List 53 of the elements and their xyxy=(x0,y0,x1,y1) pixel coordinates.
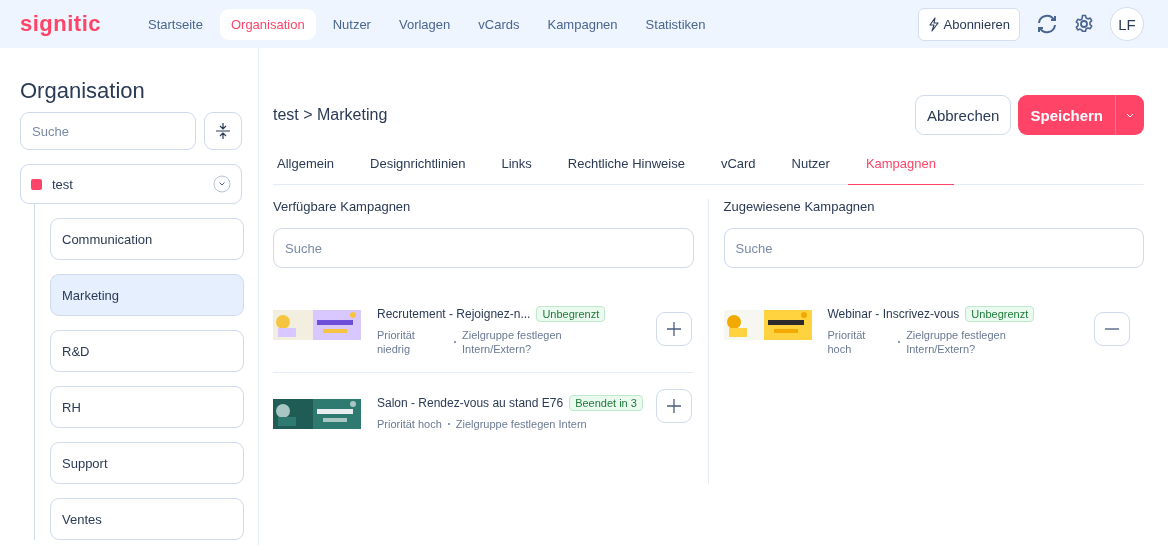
campaign-target: Zielgruppe festlegen Intern/Extern? xyxy=(906,328,1007,356)
campaign-target: Zielgruppe festlegen Intern/Extern? xyxy=(462,328,563,356)
search-field[interactable]: Suche xyxy=(273,228,694,268)
collapse-icon xyxy=(216,123,230,139)
tree-item[interactable]: R&D xyxy=(50,330,244,372)
tab[interactable]: Links xyxy=(483,150,550,185)
tab[interactable]: Designrichtlinien xyxy=(352,150,484,185)
tab[interactable]: Allgemein xyxy=(273,150,353,185)
tab[interactable]: vCard xyxy=(702,150,774,185)
nav-tab[interactable]: Kampagnen xyxy=(536,8,629,40)
breadcrumb: test > Marketing xyxy=(273,106,388,124)
campaign-name: Salon - Rendez-vous au stand E76 xyxy=(377,396,564,410)
add-button[interactable] xyxy=(655,312,692,346)
tree-item[interactable]: Support xyxy=(50,442,244,484)
campaign-priority: Priorität hoch xyxy=(827,328,867,356)
tab[interactable]: Rechtliche Hinweise xyxy=(549,150,703,185)
tree-item-label: test xyxy=(52,176,73,192)
caret-icon xyxy=(1126,112,1134,118)
nav-tab[interactable]: Startseite xyxy=(137,8,214,40)
campaign-priority: Priorität niedrig xyxy=(377,328,416,356)
user-avatar[interactable]: LF xyxy=(1110,7,1144,41)
nav-tab[interactable]: Statistiken xyxy=(634,8,717,40)
remove-button[interactable] xyxy=(1094,312,1130,346)
plus-icon xyxy=(666,399,681,413)
tree-item[interactable]: Marketing xyxy=(50,274,244,316)
campaign-name: Webinar - Inscrivez-vous xyxy=(827,307,960,321)
tree-item[interactable]: test xyxy=(20,164,242,204)
campaign-target: Zielgruppe festlegen Intern xyxy=(455,417,587,431)
nav-tab[interactable]: vCards xyxy=(467,8,531,40)
tree-item[interactable]: RH xyxy=(50,386,244,428)
tree-item[interactable]: Ventes xyxy=(50,498,244,540)
campaign-name: Recrutement - Rejoignez-n... xyxy=(377,307,531,321)
settings-icon[interactable] xyxy=(1074,14,1094,34)
status-badge: Unbegrenzt xyxy=(965,306,1035,322)
collapse-button[interactable] xyxy=(204,112,242,150)
campaign-priority: Priorität hoch xyxy=(377,417,442,431)
status-badge: Unbegrenzt xyxy=(536,306,606,322)
search-field[interactable]: Suche xyxy=(20,112,196,150)
cancel-button[interactable]: Abbrechen xyxy=(914,95,1012,135)
tab[interactable]: Nutzer xyxy=(773,150,848,185)
add-button[interactable] xyxy=(655,389,692,423)
sync-icon[interactable] xyxy=(1036,14,1058,34)
section-title: Verfügbare Kampagnen xyxy=(273,199,412,214)
plus-icon xyxy=(666,322,681,336)
lightning-icon xyxy=(927,16,939,32)
sidebar-title: Organisation xyxy=(20,78,146,104)
search-field[interactable]: Suche xyxy=(723,228,1144,268)
section-title: Zugewiesene Kampagnen xyxy=(723,199,876,214)
status-badge: Beendet in 3 xyxy=(569,395,643,411)
nav-tab[interactable]: Nutzer xyxy=(321,8,382,40)
subscribe-button[interactable]: Abonnieren xyxy=(917,7,1020,41)
tree-item[interactable]: Communication xyxy=(50,218,244,260)
nav-tab[interactable]: Vorlagen xyxy=(387,8,462,40)
